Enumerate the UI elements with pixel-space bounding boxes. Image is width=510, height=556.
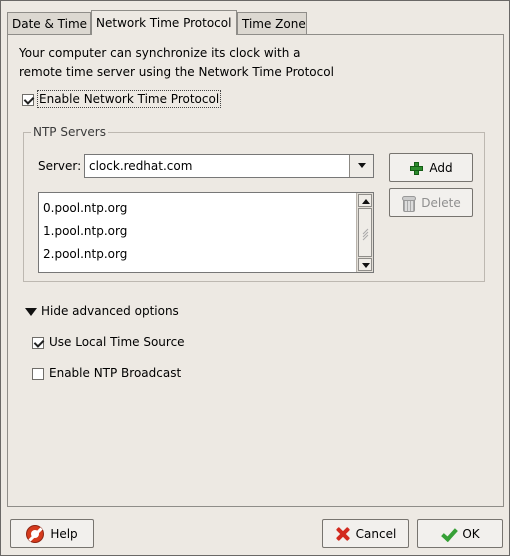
ok-button[interactable]: OK: [417, 519, 503, 548]
ntp-servers-title: NTP Servers: [31, 125, 108, 139]
ok-button-label: OK: [462, 526, 480, 541]
enable-ntp-broadcast-checkbox[interactable]: [32, 368, 44, 380]
server-list-item[interactable]: 0.pool.ntp.org: [43, 198, 127, 218]
scroll-up-button[interactable]: [358, 194, 372, 207]
trash-icon: [401, 195, 417, 212]
server-list-item[interactable]: 1.pool.ntp.org: [43, 221, 127, 241]
description-line-1: Your computer can synchronize its clock …: [19, 46, 301, 60]
server-label: Server:: [38, 159, 82, 173]
chevron-down-icon: [358, 163, 366, 168]
ok-icon: [440, 526, 456, 542]
help-icon: [26, 524, 45, 543]
tab-date-time-label: Date & Time: [12, 17, 88, 31]
server-combobox[interactable]: clock.redhat.com: [84, 154, 374, 178]
server-list-item[interactable]: 2.pool.ntp.org: [43, 244, 127, 264]
help-button[interactable]: Help: [10, 519, 94, 548]
hide-advanced-options-toggle[interactable]: Hide advanced options: [41, 304, 179, 318]
cancel-button[interactable]: Cancel: [322, 519, 409, 548]
server-input[interactable]: clock.redhat.com: [89, 159, 192, 173]
arrow-up-icon: [362, 199, 370, 204]
use-local-time-source-label[interactable]: Use Local Time Source: [49, 335, 185, 349]
tab-network-time-protocol-label: Network Time Protocol: [96, 16, 232, 30]
use-local-time-source-checkbox[interactable]: [32, 337, 44, 349]
server-list-scrollbar[interactable]: [356, 193, 373, 272]
enable-ntp-broadcast-label[interactable]: Enable NTP Broadcast: [49, 366, 181, 380]
tab-date-time[interactable]: Date & Time: [7, 12, 91, 34]
tab-network-time-protocol[interactable]: Network Time Protocol: [91, 10, 237, 35]
cancel-button-label: Cancel: [355, 526, 397, 541]
time-settings-window: Date & Time Network Time Protocol Time Z…: [0, 0, 510, 556]
description-line-2: remote time server using the Network Tim…: [19, 65, 334, 79]
tab-time-zone-label: Time Zone: [242, 17, 306, 31]
add-button-label: Add: [429, 160, 453, 175]
cancel-icon: [335, 526, 350, 541]
triangle-down-icon[interactable]: [25, 308, 37, 316]
enable-ntp-label[interactable]: Enable Network Time Protocol: [36, 90, 222, 108]
plus-icon: [409, 161, 424, 175]
scroll-down-button[interactable]: [358, 258, 372, 271]
ntp-server-list[interactable]: 0.pool.ntp.org 1.pool.ntp.org 2.pool.ntp…: [38, 192, 374, 273]
delete-button-label: Delete: [421, 195, 461, 210]
server-dropdown-button[interactable]: [349, 155, 373, 177]
tab-time-zone[interactable]: Time Zone: [237, 12, 307, 34]
help-button-label: Help: [50, 526, 78, 541]
delete-server-button[interactable]: Delete: [389, 188, 473, 217]
enable-ntp-checkbox[interactable]: [22, 94, 34, 106]
scrollbar-thumb[interactable]: [358, 208, 372, 257]
add-server-button[interactable]: Add: [389, 153, 473, 182]
arrow-down-icon: [362, 263, 370, 268]
